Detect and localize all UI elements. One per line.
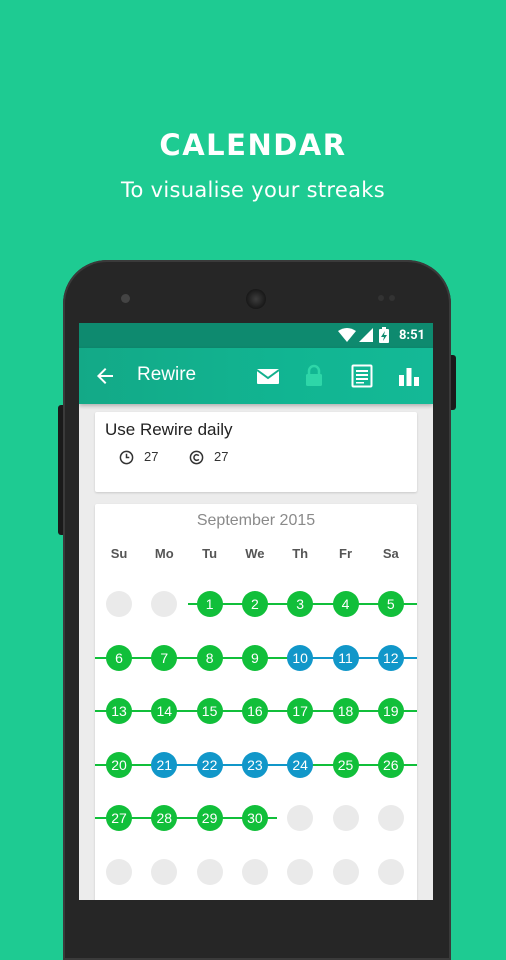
calendar-day[interactable]: 14 [151, 698, 178, 724]
streak-line [164, 763, 301, 766]
calendar-day[interactable]: 13 [106, 698, 132, 724]
copyright-icon [189, 450, 204, 465]
sensor-dot [389, 295, 395, 301]
calendar-day[interactable]: 5 [377, 591, 404, 617]
calendar-day[interactable]: 16 [241, 698, 268, 724]
weekday-label: Th [292, 546, 309, 561]
calendar-day-empty [241, 858, 268, 885]
calendar-day[interactable]: 2 [241, 591, 268, 617]
calendar-day-empty [106, 858, 132, 885]
calendar-day[interactable]: 19 [377, 698, 404, 724]
calendar-day[interactable]: 3 [287, 591, 314, 617]
calendar-day[interactable]: 26 [377, 751, 404, 778]
calendar-day[interactable]: 22 [196, 751, 223, 778]
calendar-day-empty [151, 591, 178, 617]
weekday-label: Sa [382, 546, 399, 561]
calendar-day-empty [287, 858, 314, 885]
calendar-day-empty [377, 805, 404, 831]
calendar-day[interactable]: 18 [332, 698, 359, 724]
calendar-card: September 2015 Su Mo Tu We Th Fr Sa 1 2 3 4 5 6 7 8 9 10… [95, 504, 417, 900]
calendar-day-empty [151, 858, 178, 885]
calendar-day[interactable]: 15 [196, 698, 223, 724]
weekday-label: Mo [154, 546, 174, 561]
calendar-day[interactable]: 29 [196, 805, 223, 831]
habit-name: Use Rewire daily [105, 420, 233, 439]
status-bar: 8:51 [79, 323, 433, 348]
mail-icon[interactable] [255, 363, 281, 389]
calendar-day[interactable]: 21 [151, 751, 178, 778]
calendar-day[interactable]: 23 [241, 751, 268, 778]
weekday-label: Tu [202, 546, 218, 561]
weekday-label: Fr [339, 546, 352, 561]
calendar-day[interactable]: 17 [287, 698, 314, 724]
status-time: 8:51 [398, 328, 425, 343]
calendar-day[interactable]: 10 [287, 644, 314, 671]
weekday-label: We [245, 546, 265, 561]
earpiece-speaker [246, 289, 266, 309]
calendar-day[interactable]: 12 [377, 644, 404, 671]
toolbar-title: Rewire [137, 364, 197, 385]
wifi-icon [338, 328, 356, 342]
promo-subtitle: To visualise your streaks [120, 178, 385, 202]
phone-screen: 8:51 Rewire Use Rewire daily 27 27 Septe… [79, 323, 433, 900]
front-camera-icon [121, 294, 130, 303]
calendar-day-empty [332, 805, 359, 831]
signal-icon [359, 328, 373, 342]
habit-stat-1-value: 27 [144, 449, 159, 464]
calendar-day[interactable]: 24 [287, 751, 314, 778]
calendar-day[interactable]: 30 [241, 805, 268, 831]
sensor-dot [378, 295, 384, 301]
calendar-day[interactable]: 8 [196, 644, 223, 671]
habit-stat-copyright: 27 [189, 449, 228, 465]
habit-card[interactable]: Use Rewire daily 27 27 [95, 412, 417, 492]
calendar-day[interactable]: 6 [106, 644, 132, 671]
calendar-day-empty [287, 805, 314, 831]
calendar-day-empty [332, 858, 359, 885]
calendar-day[interactable]: 9 [241, 644, 268, 671]
clock-icon [119, 450, 134, 465]
weekday-label: Su [110, 546, 128, 561]
stats-icon[interactable] [396, 363, 422, 389]
back-arrow-icon[interactable] [93, 364, 117, 388]
calendar-day[interactable]: 4 [332, 591, 359, 617]
calendar-day[interactable]: 27 [106, 805, 132, 831]
calendar-day[interactable]: 1 [196, 591, 223, 617]
calendar-day-empty [196, 858, 223, 885]
calendar-day[interactable]: 11 [332, 644, 359, 671]
habit-stat-2-value: 27 [214, 449, 229, 464]
calendar-day-empty [106, 591, 132, 617]
notes-icon[interactable] [349, 363, 375, 389]
promo-title: CALENDAR [159, 128, 347, 162]
calendar-day[interactable]: 20 [106, 751, 132, 778]
calendar-day-empty [377, 858, 404, 885]
app-toolbar: Rewire [79, 348, 433, 404]
habit-stat-clock: 27 [119, 449, 158, 465]
calendar-day[interactable]: 28 [151, 805, 178, 831]
lock-icon[interactable] [301, 363, 327, 389]
calendar-day[interactable]: 7 [151, 644, 178, 671]
calendar-day[interactable]: 25 [332, 751, 359, 778]
battery-charging-icon [379, 327, 389, 343]
calendar-month: September 2015 [196, 512, 316, 529]
